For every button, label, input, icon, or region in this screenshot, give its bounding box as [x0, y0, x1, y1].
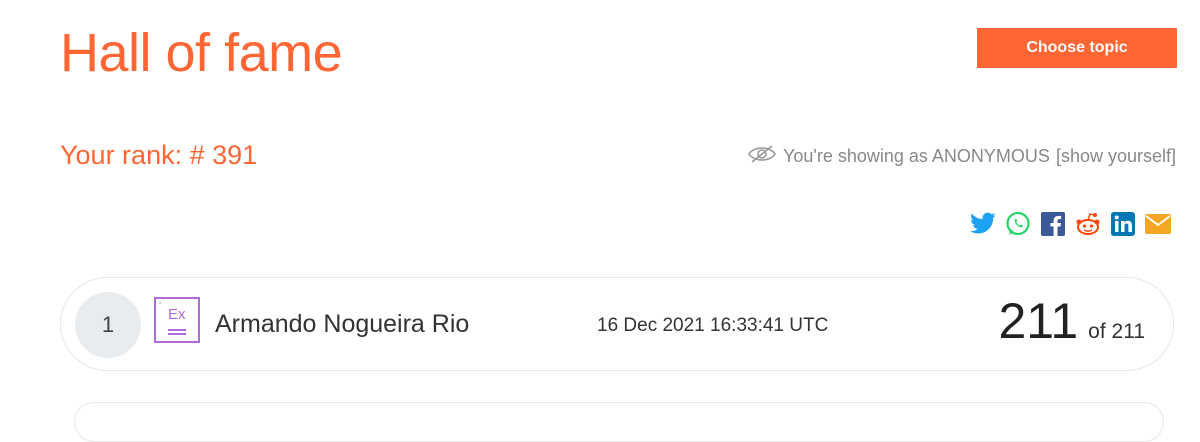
your-rank: Your rank: # 391: [60, 140, 258, 170]
anonymity-status: You're showing as ANONYMOUS [show yourse…: [747, 144, 1176, 169]
twitter-icon[interactable]: [969, 210, 997, 238]
page-title: Hall of fame: [60, 23, 343, 83]
score-value: 211: [998, 293, 1079, 349]
email-icon[interactable]: [1144, 210, 1172, 238]
anonymous-status-text: You're showing as ANONYMOUS: [783, 146, 1050, 166]
eye-slash-icon: [747, 144, 777, 169]
whatsapp-icon[interactable]: [1004, 210, 1032, 238]
row-rank: 1: [75, 292, 141, 358]
leaderboard-row: 1 ' Ex Armando Nogueira Rio 16 Dec 2021 …: [60, 277, 1174, 371]
avatar-text: Ex: [168, 306, 186, 323]
show-yourself-link[interactable]: [show yourself]: [1056, 146, 1176, 167]
leaderboard-row-partial: [74, 402, 1164, 442]
reddit-icon[interactable]: [1074, 210, 1102, 238]
choose-topic-button[interactable]: Choose topic: [977, 28, 1177, 68]
facebook-icon[interactable]: [1039, 210, 1067, 238]
share-bar: [969, 210, 1172, 238]
row-name: Armando Nogueira Rio: [215, 310, 470, 338]
linkedin-icon[interactable]: [1109, 210, 1137, 238]
score-total: of 211: [1088, 320, 1145, 343]
row-date: 16 Dec 2021 16:33:41 UTC: [597, 315, 829, 336]
row-score: 211 of 211: [998, 296, 1145, 346]
avatar: ' Ex: [154, 297, 200, 343]
